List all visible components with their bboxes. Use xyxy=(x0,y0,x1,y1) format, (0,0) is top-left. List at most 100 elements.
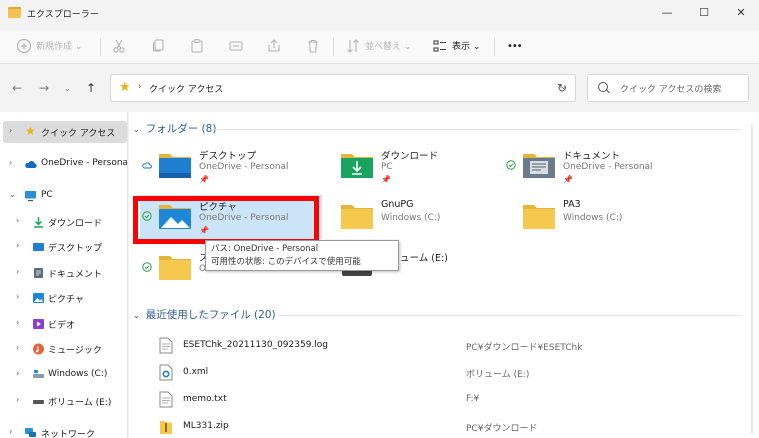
sort-icon xyxy=(347,39,359,53)
sidebar-item-documents[interactable]: › ドキュメント xyxy=(3,262,127,284)
folder-icon xyxy=(341,205,373,229)
folder-name: ダウンロード xyxy=(381,151,439,162)
forward-button[interactable]: → xyxy=(39,81,49,95)
sidebar-item-volume-e[interactable]: › ボリューム (E:) xyxy=(3,390,127,412)
sidebar-item-music[interactable]: › ミュージック xyxy=(3,338,127,360)
breadcrumb-chevron-icon[interactable]: › xyxy=(138,82,142,92)
pc-icon xyxy=(25,191,36,202)
sidebar-item-label: ドキュメント xyxy=(48,270,103,280)
folder-tile-gnupg[interactable]: GnuPG Windows (C:) xyxy=(322,195,504,239)
text-file-icon xyxy=(159,391,173,408)
copy-icon[interactable] xyxy=(150,38,166,54)
minimize-button[interactable]: — xyxy=(649,0,685,26)
breadcrumb[interactable]: クイック アクセス xyxy=(149,82,223,95)
music-icon xyxy=(33,343,44,355)
chevron-down-icon: ⌄ xyxy=(74,42,83,52)
folder-tile-pa3[interactable]: PA3 Windows (C:) xyxy=(504,195,686,239)
expand-icon[interactable]: › xyxy=(16,216,19,225)
expand-icon[interactable]: › xyxy=(16,292,19,301)
sidebar-item-pc[interactable]: ⌄ PC xyxy=(3,185,127,207)
view-button[interactable]: 表示 ⌄ xyxy=(452,39,480,55)
folder-location: OneDrive - Personal xyxy=(563,162,653,172)
file-location: ボリューム (E:) xyxy=(466,370,530,380)
share-icon[interactable] xyxy=(266,38,282,54)
folder-tile-desktop[interactable]: デスクトップ OneDrive - Personal 📌 xyxy=(140,144,322,188)
sidebar-item-downloads[interactable]: › ダウンロード xyxy=(3,211,127,233)
folder-icon xyxy=(523,205,555,229)
new-button[interactable]: 新規作成 ⌄ xyxy=(36,39,82,55)
divider xyxy=(279,315,741,316)
expand-icon[interactable]: › xyxy=(16,395,19,404)
expand-icon[interactable]: › xyxy=(16,318,19,327)
folder-name: デスクトップ xyxy=(199,151,257,162)
sidebar-item-pictures[interactable]: › ピクチャ xyxy=(3,287,127,309)
desktop-folder-icon xyxy=(159,154,191,178)
sidebar-item-videos[interactable]: › ビデオ xyxy=(3,313,127,335)
sidebar-item-network[interactable]: › ネットワーク xyxy=(3,422,127,438)
folder-tile-documents[interactable]: ドキュメント OneDrive - Personal 📌 xyxy=(504,144,686,188)
recent-header-label: 最近使用したファイル (20) xyxy=(145,309,276,321)
address-bar[interactable]: ★ › クイック アクセス ⌄ xyxy=(110,74,576,102)
download-icon xyxy=(34,217,43,228)
expand-icon[interactable]: ⌄ xyxy=(9,190,16,199)
expand-icon[interactable]: › xyxy=(9,126,12,135)
file-list-pane: ⌄ フォルダー (8) デスクトップ OneDrive - Personal 📌 … xyxy=(129,112,759,438)
folder-location: Windows (C:) xyxy=(381,213,441,223)
delete-icon[interactable] xyxy=(305,38,321,54)
video-icon xyxy=(33,319,44,329)
view-icon xyxy=(433,40,446,52)
file-row[interactable]: ML331.zip PC¥ダウンロード xyxy=(129,414,729,438)
folder-icon xyxy=(8,7,21,18)
sidebar-item-desktop[interactable]: › デスクトップ xyxy=(3,236,127,258)
sidebar-item-quick-access[interactable]: › ★ クイック アクセス xyxy=(3,121,127,143)
cut-icon[interactable] xyxy=(111,38,127,54)
check-icon xyxy=(142,262,152,272)
rename-icon[interactable] xyxy=(228,38,244,54)
sidebar-item-label: ボリューム (E:) xyxy=(48,398,112,408)
paste-icon[interactable] xyxy=(189,38,205,54)
expand-icon[interactable]: › xyxy=(16,369,19,378)
folders-header-label: フォルダー (8) xyxy=(145,123,217,135)
expand-icon[interactable]: › xyxy=(16,343,19,352)
expand-icon[interactable]: › xyxy=(16,241,19,250)
expand-icon[interactable]: › xyxy=(16,267,19,276)
file-name: 0.xml xyxy=(183,367,209,377)
file-row[interactable]: 0.xml ボリューム (E:) xyxy=(129,360,729,386)
expand-icon[interactable]: › xyxy=(9,158,12,167)
star-icon: ★ xyxy=(25,124,36,138)
pin-icon: 📌 xyxy=(381,175,391,184)
expand-icon[interactable]: › xyxy=(9,427,12,436)
zip-file-icon xyxy=(160,421,172,434)
search-box[interactable]: クイック アクセスの検索 xyxy=(587,74,749,102)
command-bar: 新規作成 ⌄ 並べ替え ⌄ 表示 ⌄ ••• xyxy=(0,30,759,64)
folder-tile-downloads[interactable]: ダウンロード PC 📌 xyxy=(322,144,504,188)
file-row[interactable]: memo.txt F:¥ xyxy=(129,387,729,413)
scrollbar[interactable] xyxy=(751,124,753,434)
refresh-button[interactable]: ↻ xyxy=(557,81,567,95)
recent-locations-button[interactable]: ⌄ xyxy=(64,84,71,93)
sort-label: 並べ替え xyxy=(365,42,402,52)
pin-icon: 📌 xyxy=(199,175,209,184)
documents-folder-icon xyxy=(523,154,555,178)
folder-name: GnuPG xyxy=(381,199,414,210)
more-options-button[interactable]: ••• xyxy=(507,39,523,55)
file-row[interactable]: ESETChk_20211130_092359.log PC¥ダウンロード¥ES… xyxy=(129,333,729,359)
maximize-button[interactable]: ☐ xyxy=(686,0,722,26)
sort-button[interactable]: 並べ替え ⌄ xyxy=(365,39,411,55)
recent-files-group-header[interactable]: ⌄ 最近使用したファイル (20) xyxy=(133,307,276,322)
file-location: PC¥ダウンロード xyxy=(466,424,538,434)
close-button[interactable]: ✕ xyxy=(723,0,759,26)
pin-icon: 📌 xyxy=(563,175,573,184)
drive-icon xyxy=(33,370,44,378)
file-name: ESETChk_20211130_092359.log xyxy=(183,340,329,350)
new-label: 新規作成 xyxy=(36,42,73,52)
sidebar-item-windows-c[interactable]: › Windows (C:) xyxy=(3,364,127,386)
sidebar-item-label: デスクトップ xyxy=(48,244,103,254)
cloud-icon xyxy=(142,162,152,169)
toolbar-divider xyxy=(100,38,101,56)
drive-icon xyxy=(33,400,44,404)
up-button[interactable]: ↑ xyxy=(86,81,96,95)
sidebar-item-onedrive[interactable]: › OneDrive - Personal xyxy=(3,153,127,175)
back-button[interactable]: ← xyxy=(12,81,22,95)
folders-group-header[interactable]: ⌄ フォルダー (8) xyxy=(133,121,216,136)
